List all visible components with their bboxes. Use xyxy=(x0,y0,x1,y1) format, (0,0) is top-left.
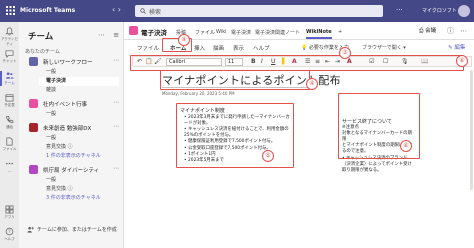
ribbon-tab-insert[interactable]: 挿入 xyxy=(194,44,205,52)
team-item[interactable]: 県庁局 ダイバーシティ ⋯ xyxy=(29,164,121,176)
team-item[interactable]: 新しいワークフロー ⋯ xyxy=(29,56,121,68)
rail-files[interactable]: ファイル xyxy=(0,134,19,156)
meet-button[interactable]: ⎙ 会議 xyxy=(419,26,436,35)
hidden-channels-link[interactable]: 1 件の非表示のチャネル xyxy=(43,152,123,161)
team-tile xyxy=(29,123,38,132)
ribbon-tab-help[interactable]: ヘルプ xyxy=(253,44,270,52)
rail-calls[interactable]: 通話 xyxy=(0,112,19,134)
phone-icon xyxy=(5,115,14,123)
rail-activity[interactable]: アクティビティ xyxy=(0,24,19,46)
apps-icon xyxy=(5,205,14,214)
channel-item[interactable]: 一般 xyxy=(43,176,123,185)
annotation-marker: ④ xyxy=(306,78,318,90)
section-label: あなたのチーム xyxy=(25,49,60,55)
more-icon xyxy=(5,162,14,165)
annotation-box-toolbar xyxy=(130,55,464,71)
app-name: Microsoft Teams xyxy=(20,7,76,14)
team-name: 県庁局 ダイバーシティ xyxy=(43,168,100,174)
join-team-icon xyxy=(27,226,34,233)
org-name[interactable]: マイクロソフト xyxy=(422,7,457,14)
rail-teams[interactable]: チーム xyxy=(0,68,19,90)
join-label: チームに参加、またはチームを作成 xyxy=(37,227,117,233)
chat-icon xyxy=(5,50,14,58)
svg-text:?: ? xyxy=(8,229,11,235)
tab-wikinote[interactable]: WikiNote xyxy=(306,29,332,39)
team-name: 未来創造 勉強部DX xyxy=(43,126,92,132)
annotation-box-title xyxy=(160,70,310,90)
title-bar: Microsoft Teams ‹ › 検索 ··· マイクロソフト xyxy=(0,0,474,22)
team-name: 新しいワークフロー xyxy=(43,60,93,66)
team-tile xyxy=(29,165,38,174)
teams-icon xyxy=(5,72,14,79)
channel-tile xyxy=(129,26,138,35)
annotation-marker: ④ xyxy=(178,34,190,46)
annotation-marker: ⑥ xyxy=(400,140,412,152)
annotation-box-note1 xyxy=(176,103,294,168)
add-tab-button[interactable]: + xyxy=(338,29,342,35)
rail-calendar[interactable]: 予定表 xyxy=(0,90,19,112)
channel-item[interactable]: 一般 xyxy=(43,68,123,77)
edit-button[interactable]: ✎ 編集 xyxy=(448,43,465,51)
team-item[interactable]: 未来創造 勉強部DX ⋯ xyxy=(29,122,121,134)
tab-files[interactable]: ファイル xyxy=(195,29,215,36)
rail-apps[interactable]: アプリ xyxy=(0,202,19,224)
rail-help[interactable]: ? ヘルプ xyxy=(0,224,19,246)
ribbon-tab-draw[interactable]: 描画 xyxy=(213,44,224,52)
app-launcher-icon[interactable] xyxy=(6,6,15,15)
back-forward-icon[interactable]: ‹ › xyxy=(112,5,121,14)
file-icon xyxy=(6,137,13,146)
more-icon[interactable]: ⋯ xyxy=(113,123,119,130)
join-create-team[interactable]: チームに参加、またはチームを作成 xyxy=(27,226,117,233)
open-in-browser-button[interactable]: ブラウザーで開く ▾ xyxy=(362,44,406,51)
page-date: Monday, February 20, 2023 5:40 PM xyxy=(162,91,235,96)
vertical-scrollbar[interactable] xyxy=(470,70,473,190)
channel-item[interactable]: 意見交換 ⓘ xyxy=(43,143,123,152)
rail-more[interactable]: … xyxy=(0,156,19,178)
tab-wiki[interactable]: Wiki xyxy=(216,29,227,35)
annotation-marker: ③ xyxy=(339,47,351,59)
search-icon xyxy=(140,8,146,14)
search-placeholder: 検索 xyxy=(149,9,162,16)
hidden-channels-link[interactable]: 3 件の非表示のチャネル xyxy=(43,194,123,203)
avatar[interactable] xyxy=(458,5,470,17)
channel-item[interactable]: 一般 xyxy=(43,134,123,143)
team-tile xyxy=(29,57,38,66)
rail-chat[interactable]: チャット xyxy=(0,46,19,68)
tab-payment[interactable]: 電子決済 xyxy=(231,29,251,36)
search-input[interactable]: 検索 xyxy=(135,5,383,17)
annotation-marker: ⑤ xyxy=(262,150,274,162)
more-icon[interactable]: ⋯ xyxy=(113,99,119,106)
more-icon[interactable]: ⋯ xyxy=(113,57,119,64)
ribbon-tab-view[interactable]: 表示 xyxy=(233,44,244,52)
filter-icon[interactable]: ⋯ ≡ xyxy=(98,31,122,39)
ribbon-tab-file[interactable]: ファイル xyxy=(137,44,159,52)
channel-item[interactable]: 意見交換 ⓘ xyxy=(43,185,123,194)
team-item[interactable]: 社内イベント行事 ⋯ xyxy=(29,98,121,110)
tab-notes[interactable]: 電子決済関連ノート xyxy=(255,29,300,36)
more-options-icon[interactable]: ··· xyxy=(396,6,403,14)
channel-item[interactable]: 雑談 xyxy=(43,86,123,95)
bell-icon xyxy=(5,27,14,36)
header-actions-icon[interactable]: ⓘ ⋯ xyxy=(447,26,469,36)
team-name: 社内イベント行事 xyxy=(43,102,88,108)
teams-panel: チーム ⋯ ≡ あなたのチーム 新しいワークフロー ⋯ 一般 電子決済 雑談 社… xyxy=(19,22,124,248)
teams-header: チーム xyxy=(28,32,54,42)
app-rail: アクティビティ チャット チーム 予定表 通話 ファイル … アプリ ? ヘルプ xyxy=(0,22,19,248)
channel-item[interactable]: 一般 xyxy=(43,110,123,119)
more-icon[interactable]: ⋯ xyxy=(113,165,119,172)
annotation-marker: ⑥ xyxy=(456,55,468,67)
help-icon: ? xyxy=(5,227,14,236)
calendar-icon xyxy=(5,94,14,102)
team-tile xyxy=(29,99,38,108)
channel-item-active[interactable]: 電子決済 xyxy=(39,77,119,86)
channel-name: 電子決済 xyxy=(141,29,167,37)
